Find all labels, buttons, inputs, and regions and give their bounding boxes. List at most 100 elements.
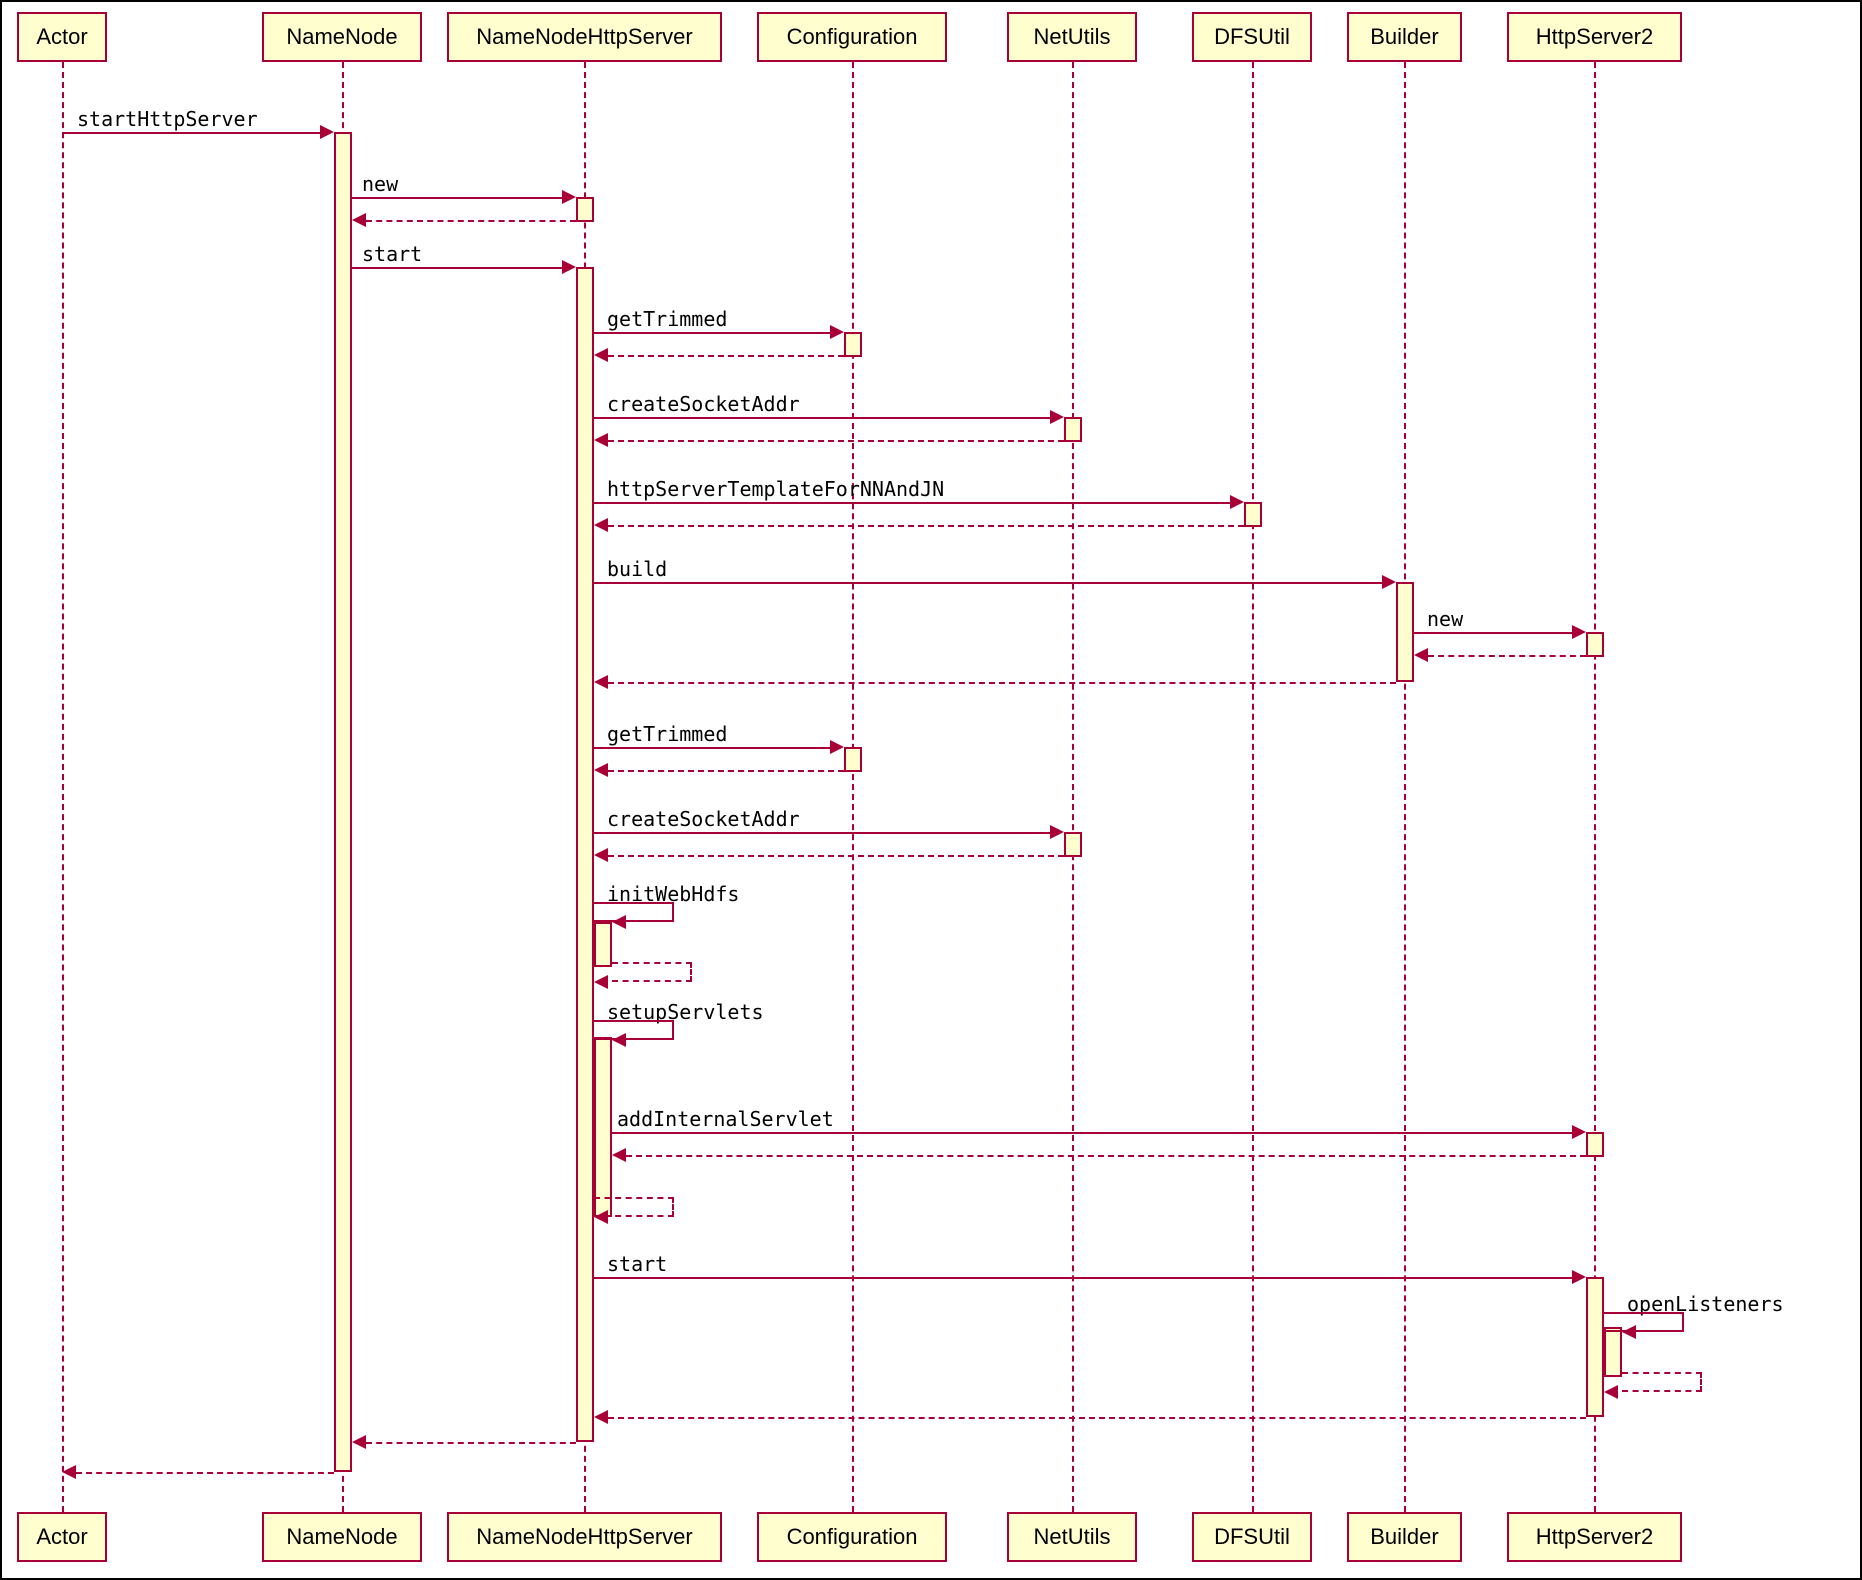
arrowhead-build: [1382, 575, 1396, 589]
arrowhead-return-new1: [352, 213, 366, 227]
return-addinternalservlet: [626, 1155, 1586, 1157]
activation-builder: [1396, 582, 1414, 682]
return-gettrimmed2: [608, 770, 844, 772]
lifeline-configuration: [852, 62, 854, 1512]
arrowhead-createsocketaddr1: [1050, 410, 1064, 424]
participant-httpserver2-bottom: HttpServer2: [1507, 1512, 1682, 1562]
return-start2: [608, 1417, 1586, 1419]
return-new2: [1428, 655, 1586, 657]
participant-builder-top: Builder: [1347, 12, 1462, 62]
msg-start1: start: [362, 242, 422, 266]
return-starthttpserver: [76, 1472, 334, 1474]
arrowhead-start1: [562, 260, 576, 274]
activation-http2-addservlet: [1586, 1132, 1604, 1157]
arrow-createsocketaddr2: [594, 832, 1050, 834]
arrowhead-return-start1: [352, 1435, 366, 1449]
msg-gettrimmed2: getTrimmed: [607, 722, 727, 746]
arrowhead-setupservlets: [612, 1033, 626, 1047]
selfreturn-openlisteners: [1622, 1372, 1702, 1392]
msg-starthttpserver: startHttpServer: [77, 107, 258, 131]
arrow-gettrimmed1: [594, 332, 830, 334]
participant-actor-bottom: Actor: [17, 1512, 107, 1562]
arrowhead-new2: [1572, 625, 1586, 639]
arrowhead-return-new2: [1414, 648, 1428, 662]
arrowhead-return-httpservertemplate: [594, 518, 608, 532]
arrowhead-gettrimmed2: [830, 740, 844, 754]
participant-actor-top: Actor: [17, 12, 107, 62]
msg-gettrimmed1: getTrimmed: [607, 307, 727, 331]
participant-configuration-bottom: Configuration: [757, 1512, 947, 1562]
activation-self-initwebhdfs: [594, 922, 612, 967]
participant-builder-bottom: Builder: [1347, 1512, 1462, 1562]
lifeline-actor: [62, 62, 64, 1512]
selfcall-openlisteners: [1604, 1312, 1684, 1332]
selfcall-initwebhdfs: [594, 902, 674, 922]
return-httpservertemplate: [608, 525, 1244, 527]
activation-http2-openlisteners: [1604, 1327, 1622, 1377]
activation-netutils-2: [1064, 832, 1082, 857]
arrowhead-initwebhdfs: [612, 915, 626, 929]
participant-nnhttpserver-top: NameNodeHttpServer: [447, 12, 722, 62]
activation-self-setupservlets: [594, 1037, 612, 1217]
activation-namenode: [334, 132, 352, 1472]
participant-netutils-bottom: NetUtils: [1007, 1512, 1137, 1562]
sequence-diagram: Actor NameNode NameNodeHttpServer Config…: [0, 0, 1862, 1580]
arrow-addinternalservlet: [612, 1132, 1572, 1134]
arrowhead-starthttpserver: [320, 125, 334, 139]
activation-http2-start: [1586, 1277, 1604, 1417]
selfcall-setupservlets: [594, 1020, 674, 1040]
arrowhead-return-gettrimmed2: [594, 763, 608, 777]
activation-nnhttp-new: [576, 197, 594, 222]
activation-config-2: [844, 747, 862, 772]
activation-http2-new: [1586, 632, 1604, 657]
participant-dfsutil-top: DFSUtil: [1192, 12, 1312, 62]
participant-configuration-top: Configuration: [757, 12, 947, 62]
arrow-httpservertemplate: [594, 502, 1230, 504]
arrowhead-httpservertemplate: [1230, 495, 1244, 509]
participant-namenode-bottom: NameNode: [262, 1512, 422, 1562]
participant-namenode-top: NameNode: [262, 12, 422, 62]
participant-dfsutil-bottom: DFSUtil: [1192, 1512, 1312, 1562]
arrowhead-return-start2: [594, 1410, 608, 1424]
arrow-start1: [352, 267, 562, 269]
msg-addinternalservlet: addInternalServlet: [617, 1107, 834, 1131]
activation-config-1: [844, 332, 862, 357]
arrow-gettrimmed2: [594, 747, 830, 749]
selfreturn-initwebhdfs: [612, 962, 692, 982]
arrowhead-new1: [562, 190, 576, 204]
arrowhead-openlisteners: [1622, 1325, 1636, 1339]
activation-netutils-1: [1064, 417, 1082, 442]
return-start1: [366, 1442, 576, 1444]
msg-new1: new: [362, 172, 398, 196]
lifeline-netutils: [1072, 62, 1074, 1512]
arrow-createsocketaddr1: [594, 417, 1050, 419]
arrowhead-gettrimmed1: [830, 325, 844, 339]
return-createsocketaddr1: [608, 440, 1064, 442]
msg-start2: start: [607, 1252, 667, 1276]
arrowhead-return-createsocketaddr1: [594, 433, 608, 447]
arrow-build: [594, 582, 1382, 584]
msg-createsocketaddr1: createSocketAddr: [607, 392, 800, 416]
arrowhead-return-gettrimmed1: [594, 348, 608, 362]
arrowhead-return-setupservlets: [594, 1210, 608, 1224]
return-gettrimmed1: [608, 355, 844, 357]
participant-httpserver2-top: HttpServer2: [1507, 12, 1682, 62]
activation-nnhttp-start: [576, 267, 594, 1442]
participant-nnhttpserver-bottom: NameNodeHttpServer: [447, 1512, 722, 1562]
lifeline-dfsutil: [1252, 62, 1254, 1512]
return-createsocketaddr2: [608, 855, 1064, 857]
arrow-start2: [594, 1277, 1572, 1279]
arrowhead-return-addinternalservlet: [612, 1148, 626, 1162]
arrowhead-return-starthttpserver: [62, 1465, 76, 1479]
msg-new2: new: [1427, 607, 1463, 631]
arrowhead-return-build: [594, 675, 608, 689]
arrow-starthttpserver: [62, 132, 320, 134]
arrowhead-addinternalservlet: [1572, 1125, 1586, 1139]
participant-netutils-top: NetUtils: [1007, 12, 1137, 62]
msg-build: build: [607, 557, 667, 581]
msg-createsocketaddr2: createSocketAddr: [607, 807, 800, 831]
arrow-new1: [352, 197, 562, 199]
arrowhead-start2: [1572, 1270, 1586, 1284]
arrowhead-return-openlisteners: [1604, 1385, 1618, 1399]
arrowhead-return-createsocketaddr2: [594, 848, 608, 862]
